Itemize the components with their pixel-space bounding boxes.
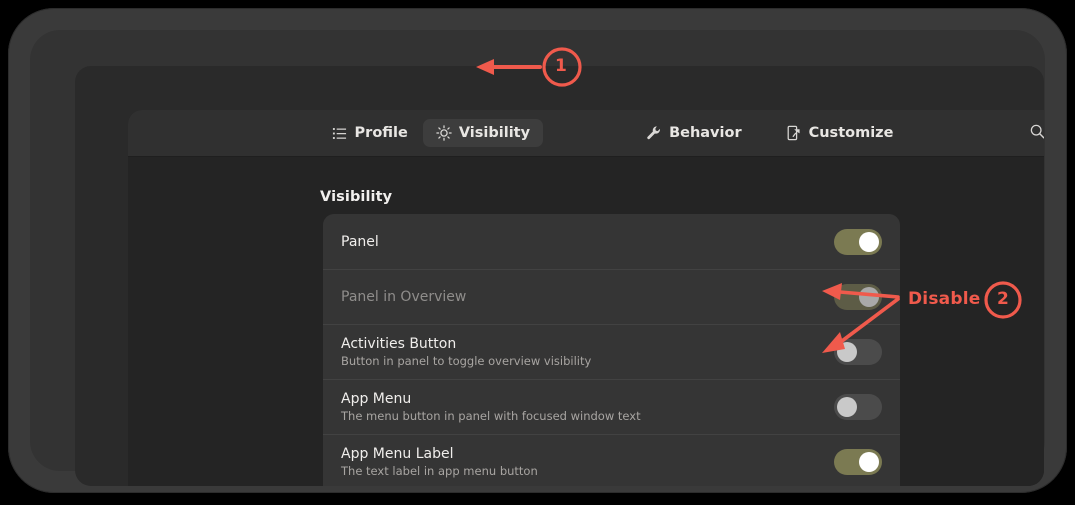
row-panel[interactable]: Panel <box>323 214 900 269</box>
tab-customize-label: Customize <box>808 125 894 141</box>
panel-toggle[interactable] <box>834 228 882 255</box>
row-activities-button-texts: Activities Button Button in panel to tog… <box>341 327 591 377</box>
row-panel-texts: Panel <box>341 225 379 259</box>
desktop-background: Profile Visibility Behavior Customize Vi… <box>75 66 1044 486</box>
device-frame: Profile Visibility Behavior Customize Vi… <box>8 8 1067 493</box>
row-activities-button-title: Activities Button <box>341 336 457 352</box>
row-app-menu-label-title: App Menu Label <box>341 446 454 462</box>
search-button[interactable] <box>1023 119 1044 147</box>
app-menu-label-toggle-knob <box>859 452 879 472</box>
panel-in-overview-toggle-knob <box>859 287 879 307</box>
device-inner-bezel: Profile Visibility Behavior Customize Vi… <box>30 30 1045 486</box>
panel-toggle-knob <box>859 231 879 252</box>
app-menu-toggle[interactable] <box>834 394 882 420</box>
customize-icon <box>786 125 802 141</box>
tab-visibility-label: Visibility <box>458 125 531 141</box>
row-app-menu-label[interactable]: App Menu Label The text label in app men… <box>323 434 900 486</box>
tab-profile[interactable]: Profile <box>319 119 421 147</box>
row-app-menu[interactable]: App Menu The menu button in panel with f… <box>323 379 900 434</box>
header-actions <box>1023 110 1044 156</box>
app-menu-label-toggle[interactable] <box>834 449 882 475</box>
wrench-icon <box>646 125 662 141</box>
row-panel-in-overview-title: Panel in Overview <box>341 289 467 305</box>
tab-behavior-label: Behavior <box>669 125 742 141</box>
row-panel-title: Panel <box>341 233 379 250</box>
row-panel-in-overview-texts: Panel in Overview <box>341 280 466 314</box>
tab-visibility[interactable]: Visibility <box>422 119 544 147</box>
preferences-window: Profile Visibility Behavior Customize Vi… <box>128 110 1044 486</box>
search-icon <box>1029 123 1045 144</box>
preferences-content: Visibility Panel Panel in Overview Activ… <box>128 157 1044 486</box>
row-activities-button[interactable]: Activities Button Button in panel to tog… <box>323 324 900 379</box>
app-menu-toggle-knob <box>837 397 857 417</box>
row-app-menu-title: App Menu <box>341 391 412 407</box>
tab-behavior[interactable]: Behavior <box>633 119 755 147</box>
row-app-menu-label-description: The text label in app menu button <box>341 464 538 478</box>
activities-button-toggle-knob <box>837 342 857 362</box>
row-app-menu-description: The menu button in panel with focused wi… <box>341 409 641 423</box>
list-icon <box>332 125 348 141</box>
section-title: Visibility <box>320 189 393 205</box>
activities-button-toggle[interactable] <box>834 339 882 365</box>
row-app-menu-texts: App Menu The menu button in panel with f… <box>341 382 641 432</box>
row-panel-in-overview: Panel in Overview <box>323 269 900 324</box>
panel-in-overview-toggle <box>834 284 882 310</box>
tab-profile-label: Profile <box>354 125 408 141</box>
row-app-menu-label-texts: App Menu Label The text label in app men… <box>341 437 538 486</box>
brightness-icon <box>436 125 452 141</box>
tab-bar: Profile Visibility Behavior Customize <box>319 119 907 147</box>
tab-customize[interactable]: Customize <box>773 119 907 147</box>
window-headerbar: Profile Visibility Behavior Customize <box>128 110 1044 157</box>
visibility-preferences-card: Panel Panel in Overview Activities Butto… <box>323 214 900 486</box>
row-activities-button-description: Button in panel to toggle overview visib… <box>341 354 592 368</box>
